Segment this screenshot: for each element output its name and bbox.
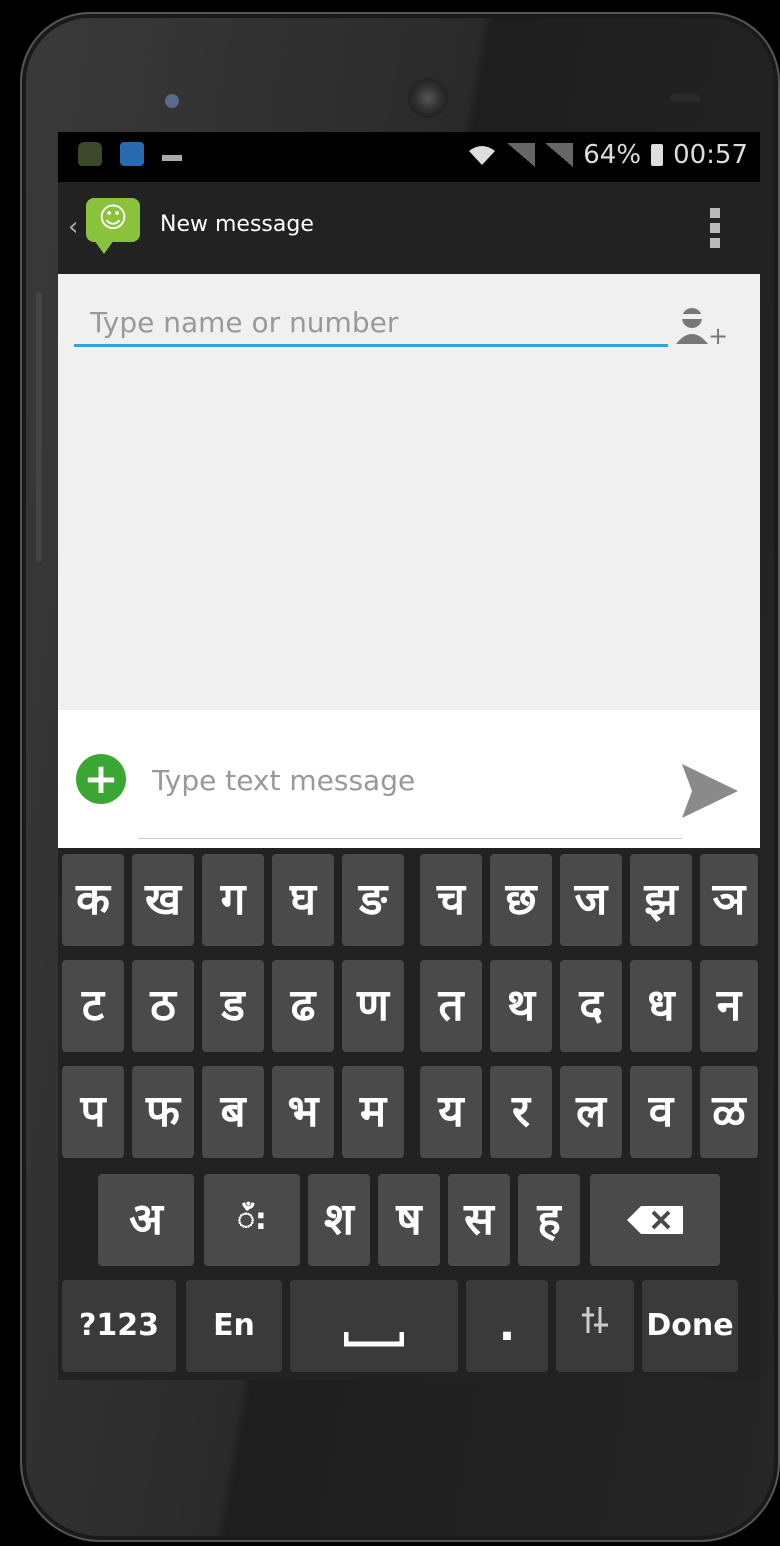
language-key[interactable]: En (186, 1280, 282, 1372)
key-ba[interactable]: ब (202, 1066, 264, 1158)
key-tta[interactable]: ट (62, 960, 124, 1052)
side-button (36, 292, 42, 562)
android-notification-icon (78, 142, 102, 166)
attach-plus-button[interactable]: + (76, 754, 126, 804)
signal-icon (507, 143, 536, 167)
period-key[interactable]: . (466, 1280, 548, 1372)
key-da[interactable]: द (560, 960, 622, 1052)
key-ssa[interactable]: ष (378, 1174, 440, 1266)
screen: 64% 00:57 ‹ ☺ New message + + (58, 132, 760, 1380)
key-sha[interactable]: श (308, 1174, 370, 1266)
battery-icon (651, 144, 664, 166)
key-kha[interactable]: ख (132, 854, 194, 946)
clock: 00:57 (673, 140, 748, 170)
space-bar-icon (343, 1332, 405, 1347)
settings-sliders-icon (582, 1307, 608, 1333)
add-contact-icon[interactable]: + (672, 304, 728, 352)
proximity-sensor (670, 94, 700, 102)
key-pha[interactable]: फ (132, 1066, 194, 1158)
key-ha[interactable]: ह (518, 1174, 580, 1266)
send-icon[interactable] (680, 762, 740, 820)
key-tha[interactable]: थ (490, 960, 552, 1052)
key-jha[interactable]: झ (630, 854, 692, 946)
wifi-icon (469, 146, 496, 165)
battery-percent: 64% (583, 140, 642, 170)
key-bha[interactable]: भ (272, 1066, 334, 1158)
key-cha[interactable]: च (420, 854, 482, 946)
key-na[interactable]: न (700, 960, 758, 1052)
symbols-key[interactable]: ?123 (62, 1280, 176, 1372)
front-camera (165, 94, 179, 108)
recipient-input[interactable] (74, 300, 668, 347)
key-ra[interactable]: र (490, 1066, 552, 1158)
key-ya[interactable]: य (420, 1066, 482, 1158)
messaging-app-icon[interactable]: ☺ (86, 198, 140, 254)
usb-icon (162, 155, 182, 161)
backspace-icon (627, 1206, 683, 1234)
earpiece-speaker (408, 78, 448, 118)
key-a[interactable]: अ (98, 1174, 194, 1266)
space-key[interactable] (290, 1280, 458, 1372)
message-bar: + (58, 710, 760, 848)
key-la[interactable]: ल (560, 1066, 622, 1158)
done-key[interactable]: Done (642, 1280, 738, 1372)
page-title: New message (160, 212, 314, 237)
key-ka[interactable]: क (62, 854, 124, 946)
overflow-menu-icon[interactable] (710, 208, 720, 248)
key-va[interactable]: व (630, 1066, 692, 1158)
key-dha[interactable]: ध (630, 960, 692, 1052)
key-ga[interactable]: ग (202, 854, 264, 946)
keyboard-settings-key[interactable] (556, 1280, 634, 1372)
status-bar: 64% 00:57 (58, 132, 760, 182)
key-nga[interactable]: ङ (342, 854, 404, 946)
key-gha[interactable]: घ (272, 854, 334, 946)
key-dda[interactable]: ड (202, 960, 264, 1052)
back-chevron-icon[interactable]: ‹ (68, 212, 78, 242)
key-nya[interactable]: ञ (700, 854, 758, 946)
key-lla[interactable]: ळ (700, 1066, 758, 1158)
key-nna[interactable]: ण (342, 960, 404, 1052)
key-ma[interactable]: म (342, 1066, 404, 1158)
signal-icon-2 (545, 143, 574, 167)
key-sa[interactable]: स (448, 1174, 510, 1266)
app-notification-icon (120, 142, 144, 166)
key-diacritics[interactable]: ँं: (204, 1174, 300, 1266)
keyboard: क ख ग घ ङ च छ ज झ ञ ट ठ ड ढ ण त थ द ध न … (58, 848, 760, 1380)
key-ja[interactable]: ज (560, 854, 622, 946)
backspace-key[interactable] (590, 1174, 720, 1266)
key-ddha[interactable]: ढ (272, 960, 334, 1052)
compose-area: + (58, 274, 760, 710)
key-ta[interactable]: त (420, 960, 482, 1052)
key-chha[interactable]: छ (490, 854, 552, 946)
key-ttha[interactable]: ठ (132, 960, 194, 1052)
key-pa[interactable]: प (62, 1066, 124, 1158)
action-bar: ‹ ☺ New message (58, 182, 760, 274)
message-input[interactable] (138, 746, 682, 839)
